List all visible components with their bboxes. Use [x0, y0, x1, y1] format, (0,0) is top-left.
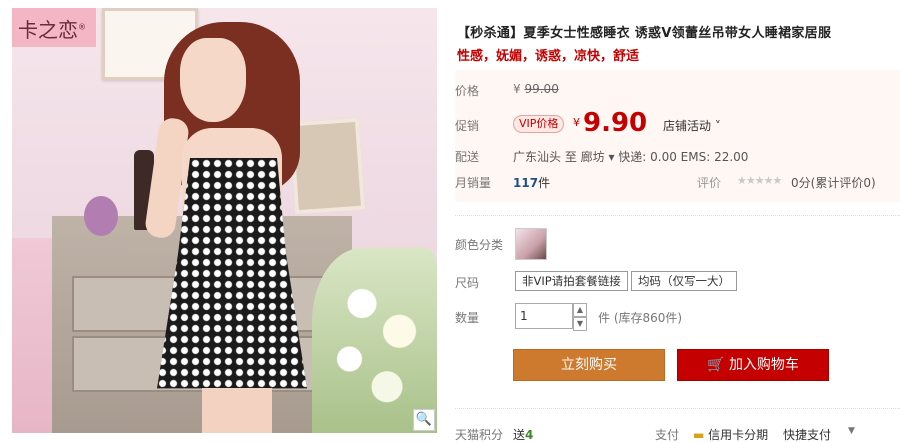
pay-fast[interactable]: 快捷支付	[783, 426, 831, 443]
color-swatch[interactable]	[515, 228, 547, 260]
zoom-icon[interactable]: 🔍	[413, 409, 435, 431]
product-detail-panel: 【秒杀通】夏季女士性感睡衣 诱惑V领蕾丝吊带女人睡裙家居服 性感，妩媚，诱惑，凉…	[455, 0, 900, 443]
increase-icon[interactable]: ▲	[573, 303, 587, 317]
quantity-input[interactable]: 1	[515, 303, 573, 329]
original-price-value: 99.00	[524, 82, 559, 96]
rating-stars: ★★★★★	[737, 174, 782, 187]
stock-info: 件 (库存860件)	[598, 311, 683, 325]
price-info-box: 价格 ¥ 99.00 促销 VIP价格 ¥ 9.90 店铺活动 ˅ 配送 广东汕…	[455, 70, 900, 202]
qty-label: 数量	[455, 311, 480, 325]
points-label: 天猫积分	[455, 428, 504, 442]
cart-icon: 🛒	[707, 357, 729, 373]
plant-decor	[84, 196, 118, 236]
ship-label: 配送	[455, 150, 480, 164]
size-option-vip[interactable]: 非VIP请拍套餐链接	[515, 271, 628, 291]
divider-bottom	[455, 408, 900, 409]
divider	[455, 215, 900, 216]
points-info: 送4	[513, 428, 534, 442]
chevron-down-icon[interactable]: ▼	[848, 426, 855, 436]
product-subtitle: 性感，妩媚，诱惑，凉快，舒适	[457, 49, 640, 64]
sales-label: 月销量	[455, 176, 492, 190]
currency-symbol: ¥	[513, 82, 521, 96]
shop-activity-dropdown[interactable]: 店铺活动 ˅	[663, 117, 721, 134]
flowers-decor	[312, 248, 437, 433]
original-price: ¥ 99.00	[513, 82, 559, 96]
promo-currency: ¥	[573, 116, 580, 129]
size-option-onesize[interactable]: 均码（仅写一大）	[631, 271, 737, 291]
rating-label: 评价	[697, 176, 722, 190]
decrease-icon[interactable]: ▼	[573, 317, 587, 331]
promo-price: 9.90	[583, 108, 648, 138]
size-label: 尺码	[455, 276, 480, 290]
monthly-sales: 117件	[513, 176, 551, 190]
price-label: 价格	[455, 84, 480, 98]
shipping-info[interactable]: 广东汕头 至 廊坊 ▾ 快递: 0.00 EMS: 22.00	[513, 148, 748, 165]
rating-text[interactable]: 0分(累计评价0)	[791, 174, 876, 191]
photo-frame-decor	[288, 117, 366, 215]
product-title: 【秒杀通】夏季女士性感睡衣 诱惑V领蕾丝吊带女人睡裙家居服	[457, 26, 832, 41]
product-image[interactable]: 卡之恋® 🔍	[12, 8, 437, 433]
vip-price-badge: VIP价格	[513, 115, 565, 133]
quantity-stepper[interactable]: ▲ ▼	[573, 303, 587, 331]
model-legs	[202, 388, 272, 433]
pay-credit-installment[interactable]: ▬ 信用卡分期	[693, 426, 768, 443]
color-label: 颜色分类	[455, 238, 504, 252]
pay-label: 支付	[655, 428, 680, 442]
brand-logo: 卡之恋®	[12, 8, 96, 47]
model-face	[180, 38, 246, 122]
add-to-cart-button[interactable]: 🛒 加入购物车	[677, 349, 829, 381]
chevron-down-icon: ˅	[711, 119, 721, 133]
credit-card-icon: ▬	[693, 428, 709, 442]
promo-label: 促销	[455, 119, 480, 133]
buy-now-button[interactable]: 立刻购买	[513, 349, 665, 381]
